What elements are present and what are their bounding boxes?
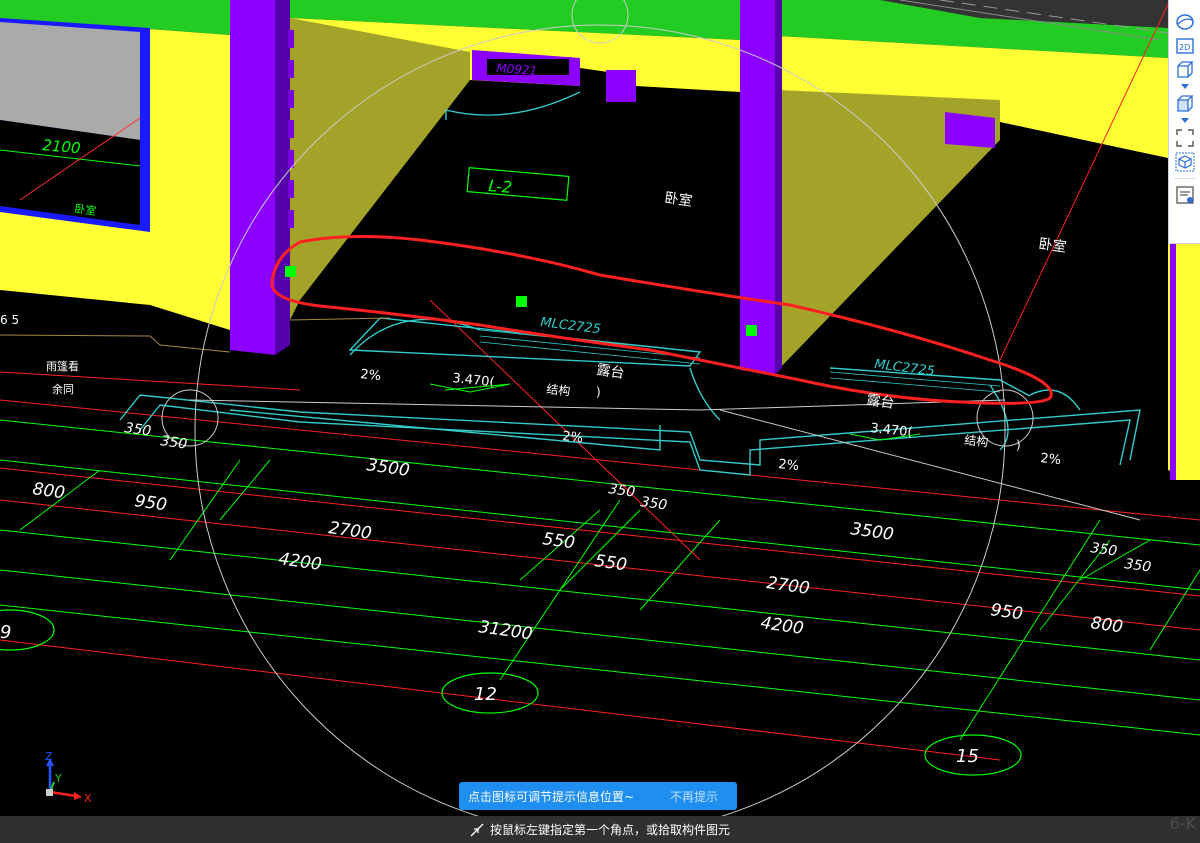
structure-label: ) — [596, 385, 601, 399]
grid-bubble-label: 12 — [474, 684, 497, 705]
watermark: 6-K — [1169, 814, 1196, 833]
markup-cloud[interactable] — [270, 234, 1053, 405]
dynamic-observe-icon[interactable] — [1172, 10, 1198, 34]
column-mid-side — [775, 0, 782, 375]
dimension-text: 350 — [159, 433, 188, 453]
properties-panel-icon[interactable] — [1172, 183, 1198, 207]
command-prompt-bar: 按鼠标左键指定第一个角点，或拾取构件图元 — [0, 816, 1200, 843]
room-label: 卧室 — [663, 189, 693, 210]
hint-tooltip[interactable]: 点击图标可调节提示信息位置~ 不再提示 — [459, 782, 737, 810]
partial-label: 6 5 — [0, 313, 19, 327]
slope-label: 2% — [778, 457, 800, 474]
axis-z-label: Z — [45, 752, 53, 763]
axis-gizmo: Z Y X — [40, 750, 96, 805]
door-tag: MLC2725 — [540, 315, 602, 337]
chevron-down-icon[interactable] — [1172, 116, 1198, 126]
dimension-text: 350 — [607, 481, 636, 501]
stair-lines — [0, 317, 391, 353]
door-jamb — [606, 70, 636, 102]
room-label: 卧室 — [1037, 235, 1067, 256]
door-swing-m0921 — [445, 91, 581, 116]
axis-x-label: X — [84, 792, 92, 804]
dimension-texts: 350 350 3500 350 350 800 950 2700 550 55… — [31, 420, 1152, 644]
dimension-text: 3500 — [849, 519, 895, 545]
grip-point[interactable] — [746, 325, 757, 336]
elevation-label: 3.470( — [870, 421, 914, 440]
cad-viewport[interactable]: M0921 MLC2725 MLC2725 L-2 卧室 卧室 卧室 露台 露台… — [0, 0, 1200, 843]
beam-tag-box — [466, 167, 570, 201]
slope-label: 2% — [1040, 451, 1062, 468]
full-screen-icon[interactable] — [1172, 126, 1198, 150]
dimension-text: 350 — [123, 420, 152, 440]
slope-label: 2% — [360, 367, 382, 384]
hint-message: 点击图标可调节提示信息位置~ — [468, 789, 635, 804]
dimension-text: 350 — [639, 494, 668, 514]
column-right-back[interactable] — [945, 112, 995, 148]
window-glass — [0, 22, 140, 140]
room-label: 露台 — [865, 392, 895, 412]
column-left[interactable] — [230, 0, 275, 355]
chevron-down-icon[interactable] — [1172, 82, 1198, 92]
left-label: 余同 — [52, 382, 74, 396]
grip-point[interactable] — [516, 296, 527, 307]
column-mid[interactable] — [740, 0, 775, 375]
post-purple-edge — [1170, 240, 1176, 480]
dimension-text: 350 — [1089, 540, 1118, 560]
left-label: 雨篷看 — [46, 359, 79, 373]
dimension-text: 550 — [593, 551, 628, 575]
dimension-text: 2700 — [327, 518, 373, 544]
grip-point[interactable] — [285, 266, 296, 277]
cad-drawing[interactable]: M0921 MLC2725 MLC2725 L-2 卧室 卧室 卧室 露台 露台… — [0, 0, 1200, 816]
3d-solid-view-icon[interactable] — [1172, 92, 1198, 116]
axis-y-label: Y — [54, 772, 62, 785]
slope-label: 2% — [562, 429, 584, 446]
toolbar-separator — [1173, 178, 1196, 179]
dimension-text: 550 — [541, 529, 576, 553]
dimension-text: 2700 — [765, 573, 811, 599]
crosshair-cursor-icon — [470, 823, 484, 837]
dimension-text: 950 — [133, 491, 168, 515]
structure-label: 结构 — [964, 432, 989, 449]
dimension-text: 4200 — [759, 613, 805, 639]
grid-bubble-label: 9 — [0, 622, 11, 643]
2d-view-label: 2D — [1179, 43, 1190, 52]
dimension-text: 4200 — [277, 549, 323, 575]
window-width: 2100 — [42, 136, 82, 157]
wall-mid-side[interactable] — [290, 18, 470, 320]
dont-show-again-link[interactable]: 不再提示 — [670, 788, 718, 805]
command-prompt-text: 按鼠标左键指定第一个角点，或拾取构件图元 — [489, 823, 730, 837]
dimension-text: 3500 — [365, 455, 411, 481]
structure-label: ) — [1016, 438, 1021, 452]
2d-view-icon[interactable]: 2D — [1172, 34, 1198, 58]
3d-wire-view-icon[interactable] — [1172, 58, 1198, 82]
dimension-text: 800 — [31, 479, 66, 503]
dimension-text: 350 — [1123, 556, 1152, 576]
grid-bubble-label: 15 — [956, 746, 979, 767]
component-display-icon[interactable] — [1172, 150, 1198, 174]
dimension-text: 950 — [989, 600, 1024, 624]
beam-tag: L-2 — [488, 176, 513, 197]
column-left-side — [275, 0, 290, 355]
door-tag: M0921 — [496, 61, 538, 78]
view-toolbar: 2D — [1168, 0, 1200, 244]
structure-label: 结构 — [546, 381, 571, 398]
dimension-text: 800 — [1089, 613, 1124, 637]
dimension-text: 31200 — [477, 617, 533, 644]
room-label: 露台 — [595, 362, 625, 382]
